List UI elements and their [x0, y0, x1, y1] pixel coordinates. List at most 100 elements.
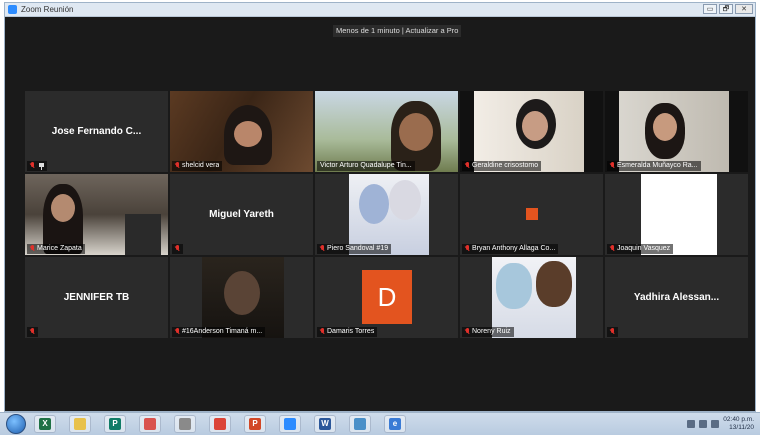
title-bar: Zoom Reunión ▭ 🗗 ✕	[5, 3, 755, 17]
avatar-initial: D	[362, 270, 412, 324]
word-icon: W	[319, 418, 331, 430]
participant-label	[172, 244, 183, 254]
participant-display-name: JENNIFER TB	[63, 292, 130, 303]
video-feed	[315, 174, 458, 255]
clock[interactable]: 02:40 p.m. 13/11/20	[723, 416, 754, 432]
participant-tile[interactable]: Yadhira Alessan...	[605, 257, 748, 338]
taskbar-app-button[interactable]	[174, 415, 196, 433]
participant-label: Geraldine crisostomo	[462, 161, 542, 171]
taskbar-app-button[interactable]: X	[34, 415, 56, 433]
excel-icon: X	[39, 418, 51, 430]
window-title: Zoom Reunión	[21, 5, 74, 14]
participant-label: #16Anderson Timaná m...	[172, 327, 266, 337]
muted-mic-icon	[320, 328, 325, 336]
participant-tile[interactable]: Noreny Ruiz	[460, 257, 603, 338]
participant-label: Bryan Anthony Allaga Co...	[462, 244, 559, 254]
network-icon[interactable]	[699, 420, 708, 428]
muted-mic-icon	[465, 328, 470, 336]
clock-date: 13/11/20	[729, 424, 754, 431]
participant-tile[interactable]: Miguel Yareth	[170, 174, 313, 255]
participant-tile[interactable]: shelcid vera	[170, 91, 313, 172]
participant-label	[27, 327, 38, 337]
participant-label: Marice Zapata	[27, 244, 85, 254]
start-button[interactable]	[6, 414, 26, 434]
participant-label: Esmeralda Muñayco Ra...	[607, 161, 701, 171]
video-feed	[460, 91, 603, 172]
video-feed	[170, 91, 313, 172]
participant-name: Noreny Ruiz	[472, 328, 511, 335]
participant-tile[interactable]: Bryan Anthony Allaga Co...	[460, 174, 603, 255]
participant-label: Joaquin Vasquez	[607, 244, 674, 254]
muted-mic-icon	[30, 162, 35, 170]
participant-name: Marice Zapata	[37, 245, 82, 252]
window-controls: ▭ 🗗 ✕	[703, 4, 753, 14]
taskbar-app-button[interactable]	[349, 415, 371, 433]
media-icon	[354, 418, 366, 430]
participant-name: Victor Arturo Quadalupe Tin...	[320, 162, 412, 169]
minimize-button[interactable]: ▭	[703, 4, 717, 14]
participant-tile-active-speaker[interactable]: Victor Arturo Quadalupe Tin...	[315, 91, 458, 172]
participant-label: Piero Sandoval #19	[317, 244, 392, 254]
video-feed	[25, 174, 168, 255]
muted-mic-icon	[175, 328, 180, 336]
taskbar-app-button[interactable]	[209, 415, 231, 433]
pin-icon	[39, 162, 44, 170]
muted-mic-icon	[465, 245, 470, 253]
zoom-icon	[284, 418, 296, 430]
powerpoint-icon: P	[249, 418, 261, 430]
tray-arrow-icon[interactable]	[687, 420, 696, 428]
taskbar-app-button[interactable]: P	[104, 415, 126, 433]
muted-mic-icon	[30, 328, 35, 336]
participant-label	[607, 327, 618, 337]
participant-tile[interactable]: Marice Zapata	[25, 174, 168, 255]
participant-name: Damaris Torres	[327, 328, 375, 335]
participant-label: Damaris Torres	[317, 327, 378, 337]
video-feed	[315, 91, 458, 172]
participant-tile[interactable]: Jose Fernando C...	[25, 91, 168, 172]
participant-label	[27, 161, 47, 171]
ie-icon: e	[389, 418, 401, 430]
close-button[interactable]: ✕	[735, 4, 753, 14]
participant-tile[interactable]: #16Anderson Timaná m...	[170, 257, 313, 338]
video-feed	[605, 91, 748, 172]
muted-mic-icon	[465, 162, 470, 170]
tools-icon	[179, 418, 191, 430]
muted-mic-icon	[610, 162, 615, 170]
paint-icon	[144, 418, 156, 430]
restore-button[interactable]: 🗗	[719, 4, 733, 14]
taskbar-app-button[interactable]	[69, 415, 91, 433]
muted-mic-icon	[320, 245, 325, 253]
participant-tile[interactable]: Geraldine crisostomo	[460, 91, 603, 172]
muted-mic-icon	[30, 245, 35, 253]
system-tray: 02:40 p.m. 13/11/20	[687, 416, 754, 432]
zoom-app-icon	[8, 5, 17, 14]
participant-label: Victor Arturo Quadalupe Tin...	[317, 161, 415, 171]
publisher-icon: P	[109, 418, 121, 430]
participant-tile[interactable]: Joaquin Vasquez	[605, 174, 748, 255]
orange-square-video	[526, 208, 538, 220]
taskbar-app-button[interactable]	[279, 415, 301, 433]
participant-name: Piero Sandoval #19	[327, 245, 389, 252]
participant-tile[interactable]: Piero Sandoval #19	[315, 174, 458, 255]
meeting-time-notice[interactable]: Menos de 1 minuto | Actualizar a Pro	[333, 25, 462, 37]
chrome-icon	[214, 418, 226, 430]
taskbar-app-button[interactable]: W	[314, 415, 336, 433]
taskbar-app-button[interactable]: P	[244, 415, 266, 433]
participant-name: Joaquin Vasquez	[617, 245, 671, 252]
taskbar-app-button[interactable]: e	[384, 415, 406, 433]
participant-display-name: Miguel Yareth	[209, 209, 274, 220]
participant-name: shelcid vera	[182, 162, 220, 169]
participant-name: Esmeralda Muñayco Ra...	[617, 162, 698, 169]
taskbar-app-button[interactable]	[139, 415, 161, 433]
participant-tile[interactable]: Esmeralda Muñayco Ra...	[605, 91, 748, 172]
volume-icon[interactable]	[711, 420, 720, 428]
video-feed	[460, 257, 603, 338]
participant-label: shelcid vera	[172, 161, 223, 171]
clock-time: 02:40 p.m.	[723, 416, 754, 423]
muted-mic-icon	[610, 245, 615, 253]
participant-display-name: Jose Fernando C...	[51, 126, 142, 137]
file-explorer-icon	[74, 418, 86, 430]
participant-tile[interactable]: D Damaris Torres	[315, 257, 458, 338]
participant-tile[interactable]: JENNIFER TB	[25, 257, 168, 338]
participant-label: Noreny Ruiz	[462, 327, 514, 337]
